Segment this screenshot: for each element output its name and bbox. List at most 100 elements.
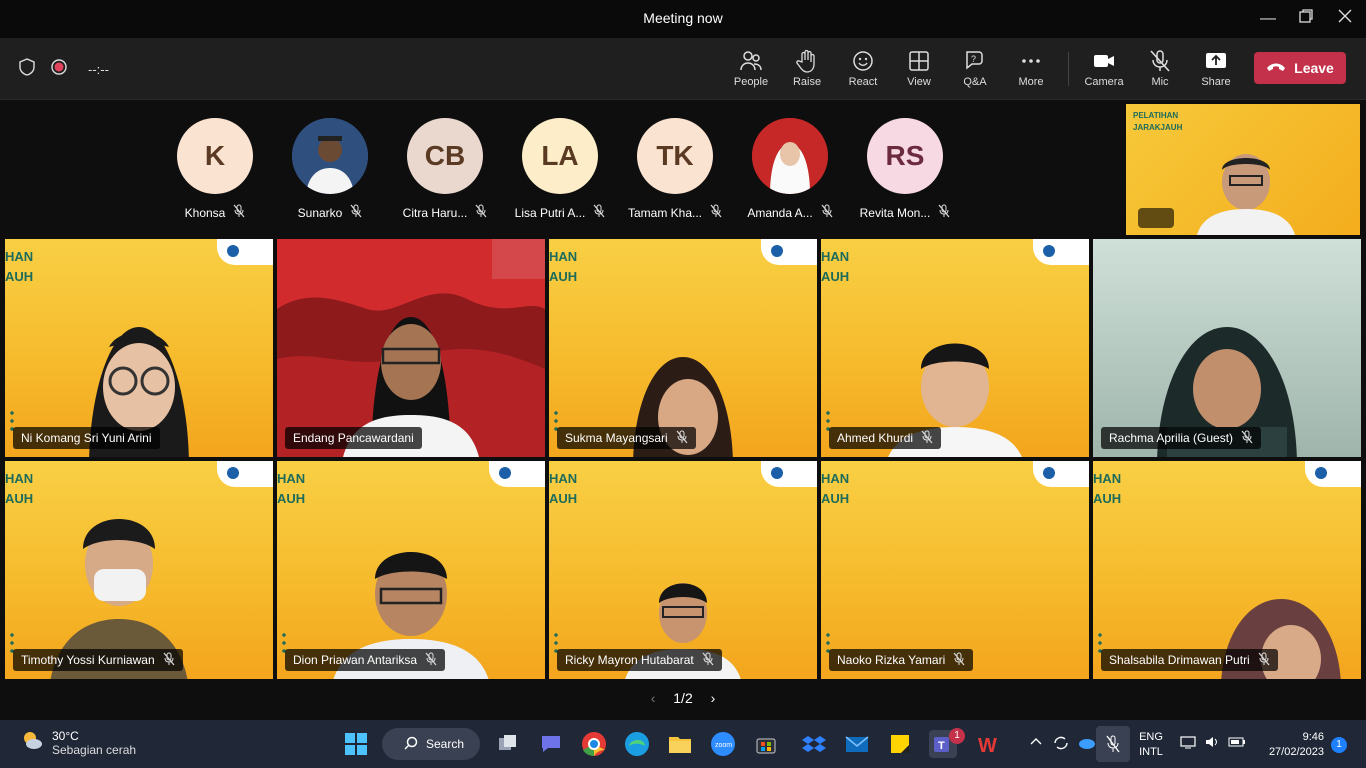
people-button[interactable]: People [723,48,779,94]
clock[interactable]: 9:46 27/02/2023 [1258,730,1324,760]
avatar-initials: TK [656,140,694,171]
participant-chip[interactable]: LA Lisa Putri A... [510,118,610,221]
qa-icon: ? [947,48,1003,74]
org-logo [761,461,817,487]
participant-chip[interactable]: RS Revita Mon... [855,118,955,221]
react-label: React [848,76,878,88]
participant-chip[interactable]: Sunarko [280,118,380,221]
maximize-icon[interactable] [1294,8,1318,30]
mic-button[interactable]: Mic [1132,48,1188,94]
self-video-preview[interactable]: PELATIHAN JARAKJAUH [1126,104,1360,235]
participant-name: Naoko Rizka Yamari [837,653,946,667]
background-banner: HAN AUH [1093,469,1121,509]
display-icon[interactable] [1180,734,1196,755]
participant-chip[interactable]: CB Citra Haru... [395,118,495,221]
video-tile[interactable]: HAN AUH Dion Priawan Antariksa [277,461,545,679]
participant-chip[interactable]: Amanda A... [740,118,840,221]
store-icon[interactable] [752,730,780,758]
video-tile[interactable]: HAN AUH Sukma Mayangsari [549,239,817,457]
sticky-notes-icon[interactable] [886,730,914,758]
camera-button[interactable]: Camera [1076,48,1132,94]
mic-muted-icon [676,430,688,447]
video-tile[interactable]: HAN AUH Naoko Rizka Yamari [821,461,1089,679]
participant-name: Shalsabila Drimawan Putri [1109,653,1250,667]
toolbar-divider [1068,52,1069,86]
chevron-left-icon[interactable]: ‹ [651,690,656,706]
search-label: Search [426,737,465,751]
video-tile[interactable]: HAN AUH Shalsabila Drimawan Putri [1093,461,1361,679]
participant-name: Amanda A... [747,205,813,220]
participant-name: Revita Mon... [859,205,931,220]
video-tile-active-speaker[interactable]: Endang Pancawardani [277,239,545,457]
participant-name: Timothy Yossi Kurniawan [21,653,155,667]
onedrive-icon[interactable] [1076,734,1096,755]
more-icon [1003,48,1059,74]
svg-text:W: W [978,735,997,757]
org-logo [761,239,817,265]
chrome-icon[interactable] [580,730,608,758]
dropbox-icon[interactable] [800,730,828,758]
qa-button[interactable]: ? Q&A [947,48,1003,94]
raise-hand-button[interactable]: Raise [779,48,835,94]
mic-muted-tray-icon[interactable] [1096,726,1130,762]
window-title: Meeting now [643,10,723,26]
minimize-icon[interactable]: — [1256,8,1280,30]
phone-hangup-icon [1266,60,1286,76]
react-button[interactable]: React [835,48,891,94]
more-options-icon[interactable] [1138,208,1174,228]
video-tile[interactable]: HAN AUH Timothy Yossi Kurniawan [5,461,273,679]
taskbar-search[interactable]: Search [382,728,480,760]
mic-muted-icon [702,652,714,669]
background-banner: HAN AUH [821,469,849,509]
leave-button[interactable]: Leave [1254,52,1346,84]
view-button[interactable]: View [891,48,947,94]
notification-badge[interactable]: 1 [1331,737,1347,753]
avatar-initials: K [204,140,226,171]
file-explorer-icon[interactable] [666,730,694,758]
meeting-toolbar: --:-- People Raise React View ? Q&A More [0,38,1366,100]
banner-text: AUH [277,491,306,506]
sync-icon[interactable] [1052,734,1070,757]
language-indicator[interactable]: ENG INTL [1138,730,1164,760]
video-tile[interactable]: HAN AUH Ahmed Khurdi [821,239,1089,457]
battery-icon[interactable] [1228,735,1246,754]
more-button[interactable]: More [1003,48,1059,94]
weather-widget[interactable]: 30°C Sebagian cerah [20,728,136,757]
chat-icon[interactable] [537,730,565,758]
svg-text:?: ? [971,54,976,64]
weather-condition: Sebagian cerah [52,742,137,757]
self-preview-banner: PELATIHAN JARAKJAUH [1133,110,1182,134]
camera-label: Camera [1084,76,1124,88]
windows-start-icon[interactable] [342,730,370,758]
camera-icon [1076,48,1132,74]
video-tile[interactable]: Rachma Aprilia (Guest) [1093,239,1361,457]
share-button[interactable]: Share [1188,48,1244,94]
avatar-initials: CB [424,140,466,171]
video-tile[interactable]: HAN AUH Ni Komang Sri Yuni Arini [5,239,273,457]
background-banner: HAN AUH [5,469,33,509]
chevron-up-icon[interactable] [1029,734,1043,753]
edge-icon[interactable] [623,730,651,758]
mail-icon[interactable] [843,730,871,758]
leave-label: Leave [1294,60,1334,76]
banner-text: HAN [5,471,34,486]
mic-muted-icon [921,430,933,447]
video-tile[interactable]: HAN AUH Ricky Mayron Hutabarat [549,461,817,679]
mic-muted-icon [1258,652,1270,669]
people-label: People [733,76,769,88]
chevron-right-icon[interactable]: › [711,690,716,706]
zoom-icon[interactable]: zoom [709,730,737,758]
mic-label: Mic [1151,76,1169,88]
close-icon[interactable] [1333,8,1357,30]
recording-icon [50,58,68,81]
banner-text: AUH [5,269,34,284]
banner-text: AUH [549,491,578,506]
avatar: K [177,118,253,194]
volume-icon[interactable] [1204,734,1220,755]
participant-name-label: Timothy Yossi Kurniawan [13,649,183,671]
mic-off-icon [1132,48,1188,74]
participant-chip[interactable]: K Khonsa [165,118,265,221]
participant-chip[interactable]: TK Tamam Kha... [625,118,725,221]
task-view-icon[interactable] [494,730,522,758]
wps-office-icon[interactable]: W [975,730,1003,758]
